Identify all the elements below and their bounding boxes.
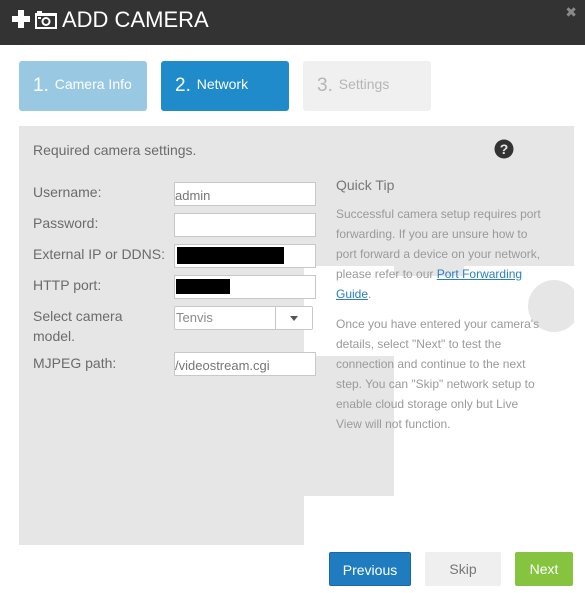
previous-button[interactable]: Previous: [329, 552, 411, 586]
external-ip-input[interactable]: [174, 244, 316, 268]
redacted-value: [177, 247, 284, 264]
username-input[interactable]: [174, 182, 316, 206]
camera-icon: [34, 10, 58, 35]
step-number: 1.: [33, 75, 49, 96]
question-circle-icon[interactable]: ?: [494, 139, 514, 164]
mjpeg-path-input[interactable]: [174, 352, 316, 376]
step-label: Network: [196, 76, 249, 92]
step-label: Camera Info: [54, 76, 132, 92]
dialog-title: ADD CAMERA: [62, 7, 209, 32]
required-settings-text: Required camera settings.: [33, 142, 197, 158]
quick-tip-title: Quick Tip: [336, 177, 395, 193]
settings-panel: Required camera settings. ? Username: Pa…: [19, 126, 574, 545]
password-label: Password:: [33, 215, 99, 231]
username-label: Username:: [33, 184, 102, 200]
external-ip-label: External IP or DDNS:: [33, 246, 166, 262]
step-settings: 3. Settings: [303, 61, 431, 111]
dialog-header: ADD CAMERA ✖: [0, 0, 585, 45]
redacted-value: [176, 279, 230, 294]
close-icon[interactable]: ✖: [565, 4, 577, 21]
camera-model-label-line2: model.: [33, 328, 76, 344]
quick-tip-text: Successful camera setup requires port fo…: [336, 204, 541, 444]
camera-model-label: Select camera model.: [33, 306, 122, 346]
plus-icon: [11, 9, 31, 34]
chevron-down-icon: [290, 316, 298, 321]
step-number: 3.: [317, 75, 333, 96]
step-camera-info[interactable]: 1. Camera Info: [19, 61, 147, 111]
dropdown-button[interactable]: [275, 307, 312, 329]
step-label: Settings: [338, 76, 390, 92]
quick-tip-p1-end: .: [368, 287, 372, 301]
password-input[interactable]: [174, 213, 316, 237]
quick-tip-paragraph-2: Once you have entered your camera's deta…: [336, 317, 540, 431]
step-number: 2.: [175, 75, 191, 96]
http-port-input[interactable]: [174, 275, 316, 299]
quick-tip-paragraph: Successful camera setup requires port fo…: [336, 204, 541, 304]
step-network[interactable]: 2. Network: [161, 61, 289, 111]
http-port-label: HTTP port:: [33, 277, 102, 293]
next-button[interactable]: Next: [515, 552, 573, 586]
svg-text:?: ?: [500, 141, 509, 157]
camera-model-label-line1: Select camera: [33, 308, 123, 324]
skip-button[interactable]: Skip: [425, 552, 501, 586]
camera-model-select[interactable]: Tenvis: [174, 306, 313, 330]
camera-model-selected: Tenvis: [176, 310, 213, 325]
mjpeg-path-label: MJPEG path:: [33, 355, 117, 371]
